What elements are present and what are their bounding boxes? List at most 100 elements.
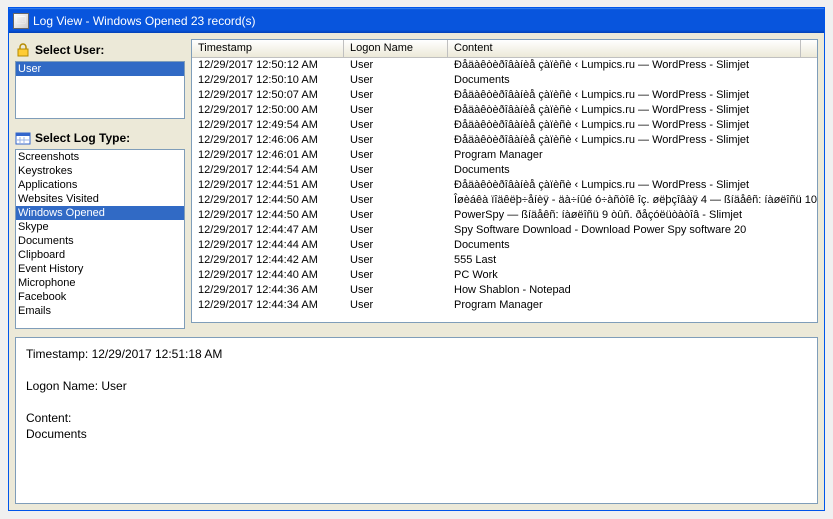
- logtype-item[interactable]: Clipboard: [16, 248, 184, 262]
- table-row[interactable]: 12/29/2017 12:50:12 AMUserÐåäàêòèðîâàíèå…: [192, 58, 817, 73]
- cell-timestamp: 12/29/2017 12:49:54 AM: [192, 118, 344, 133]
- select-logtype-header: Select Log Type:: [15, 129, 185, 147]
- user-item[interactable]: User: [16, 62, 184, 76]
- cell-content: Ðåäàêòèðîâàíèå çàïèñè ‹ Lumpics.ru — Wor…: [448, 178, 817, 193]
- cell-timestamp: 12/29/2017 12:44:36 AM: [192, 283, 344, 298]
- listview-header: Timestamp Logon Name Content: [192, 40, 817, 58]
- cell-logon: User: [344, 178, 448, 193]
- cell-logon: User: [344, 298, 448, 313]
- select-user-label: Select User:: [35, 43, 104, 57]
- table-row[interactable]: 12/29/2017 12:50:10 AMUserDocuments: [192, 73, 817, 88]
- calendar-icon: [15, 131, 31, 145]
- window-title: Log View - Windows Opened 23 record(s): [33, 14, 256, 28]
- logtype-item[interactable]: Skype: [16, 220, 184, 234]
- cell-logon: User: [344, 88, 448, 103]
- listview-body[interactable]: 12/29/2017 12:50:12 AMUserÐåäàêòèðîâàíèå…: [192, 58, 817, 322]
- logtype-item[interactable]: Emails: [16, 304, 184, 318]
- left-panel: Select User: User Select Log Type: Scree…: [15, 39, 185, 329]
- cell-timestamp: 12/29/2017 12:44:54 AM: [192, 163, 344, 178]
- column-header-content[interactable]: Content: [448, 40, 801, 57]
- detail-content: Content:Documents: [26, 410, 807, 442]
- table-row[interactable]: 12/29/2017 12:44:40 AMUserPC Work: [192, 268, 817, 283]
- cell-timestamp: 12/29/2017 12:44:40 AM: [192, 268, 344, 283]
- lock-icon: [15, 43, 31, 57]
- logtype-listbox[interactable]: ScreenshotsKeystrokesApplicationsWebsite…: [15, 149, 185, 329]
- cell-timestamp: 12/29/2017 12:50:07 AM: [192, 88, 344, 103]
- cell-content: Documents: [448, 73, 817, 88]
- table-row[interactable]: 12/29/2017 12:44:50 AMUserPowerSpy — ßíä…: [192, 208, 817, 223]
- cell-content: Ðåäàêòèðîâàíèå çàïèñè ‹ Lumpics.ru — Wor…: [448, 118, 817, 133]
- cell-timestamp: 12/29/2017 12:44:34 AM: [192, 298, 344, 313]
- client-area: Select User: User Select Log Type: Scree…: [9, 33, 824, 510]
- titlebar[interactable]: 🗔 Log View - Windows Opened 23 record(s): [8, 7, 825, 33]
- cell-logon: User: [344, 163, 448, 178]
- cell-timestamp: 12/29/2017 12:46:06 AM: [192, 133, 344, 148]
- logtype-item[interactable]: Documents: [16, 234, 184, 248]
- table-row[interactable]: 12/29/2017 12:50:00 AMUserÐåäàêòèðîâàíèå…: [192, 103, 817, 118]
- detail-panel: Timestamp: 12/29/2017 12:51:18 AM Logon …: [15, 337, 818, 504]
- table-row[interactable]: 12/29/2017 12:44:44 AMUserDocuments: [192, 238, 817, 253]
- cell-timestamp: 12/29/2017 12:50:10 AM: [192, 73, 344, 88]
- table-row[interactable]: 12/29/2017 12:44:50 AMUserÎøèáêà ïîäêëþ÷…: [192, 193, 817, 208]
- cell-logon: User: [344, 58, 448, 73]
- cell-content: Program Manager: [448, 148, 817, 163]
- cell-content: Ðåäàêòèðîâàíèå çàïèñè ‹ Lumpics.ru — Wor…: [448, 88, 817, 103]
- cell-content: Documents: [448, 238, 817, 253]
- cell-logon: User: [344, 283, 448, 298]
- table-row[interactable]: 12/29/2017 12:44:34 AMUserProgram Manage…: [192, 298, 817, 313]
- user-listbox[interactable]: User: [15, 61, 185, 119]
- logtype-item[interactable]: Windows Opened: [16, 206, 184, 220]
- cell-timestamp: 12/29/2017 12:44:44 AM: [192, 238, 344, 253]
- table-row[interactable]: 12/29/2017 12:44:51 AMUserÐåäàêòèðîâàíèå…: [192, 178, 817, 193]
- records-listview[interactable]: Timestamp Logon Name Content 12/29/2017 …: [191, 39, 818, 323]
- logtype-item[interactable]: Keystrokes: [16, 164, 184, 178]
- table-row[interactable]: 12/29/2017 12:44:47 AMUserSpy Software D…: [192, 223, 817, 238]
- table-row[interactable]: 12/29/2017 12:44:54 AMUserDocuments: [192, 163, 817, 178]
- cell-timestamp: 12/29/2017 12:44:47 AM: [192, 223, 344, 238]
- cell-content: Ðåäàêòèðîâàíèå çàïèñè ‹ Lumpics.ru — Wor…: [448, 103, 817, 118]
- cell-timestamp: 12/29/2017 12:50:12 AM: [192, 58, 344, 73]
- cell-timestamp: 12/29/2017 12:50:00 AM: [192, 103, 344, 118]
- cell-logon: User: [344, 208, 448, 223]
- cell-logon: User: [344, 148, 448, 163]
- table-row[interactable]: 12/29/2017 12:46:06 AMUserÐåäàêòèðîâàíèå…: [192, 133, 817, 148]
- table-row[interactable]: 12/29/2017 12:49:54 AMUserÐåäàêòèðîâàíèå…: [192, 118, 817, 133]
- logtype-item[interactable]: Microphone: [16, 276, 184, 290]
- column-header-timestamp[interactable]: Timestamp: [192, 40, 344, 57]
- log-view-window: 🗔 Log View - Windows Opened 23 record(s)…: [8, 8, 825, 511]
- table-row[interactable]: 12/29/2017 12:44:42 AMUser555 Last: [192, 253, 817, 268]
- detail-logon: Logon Name: User: [26, 378, 807, 394]
- cell-timestamp: 12/29/2017 12:44:42 AM: [192, 253, 344, 268]
- table-row[interactable]: 12/29/2017 12:46:01 AMUserProgram Manage…: [192, 148, 817, 163]
- cell-content: Program Manager: [448, 298, 817, 313]
- logtype-item[interactable]: Facebook: [16, 290, 184, 304]
- column-header-logon[interactable]: Logon Name: [344, 40, 448, 57]
- logtype-item[interactable]: Applications: [16, 178, 184, 192]
- cell-logon: User: [344, 118, 448, 133]
- cell-logon: User: [344, 193, 448, 208]
- logtype-item[interactable]: Screenshots: [16, 150, 184, 164]
- table-row[interactable]: 12/29/2017 12:44:36 AMUserHow Shablon - …: [192, 283, 817, 298]
- cell-timestamp: 12/29/2017 12:44:50 AM: [192, 208, 344, 223]
- cell-content: PowerSpy — ßíäåêñ: íàøëîñü 9 òûñ. ðåçóëü…: [448, 208, 817, 223]
- cell-logon: User: [344, 73, 448, 88]
- cell-timestamp: 12/29/2017 12:44:50 AM: [192, 193, 344, 208]
- logtype-item[interactable]: Websites Visited: [16, 192, 184, 206]
- detail-timestamp: Timestamp: 12/29/2017 12:51:18 AM: [26, 346, 807, 362]
- cell-logon: User: [344, 103, 448, 118]
- cell-content: PC Work: [448, 268, 817, 283]
- cell-logon: User: [344, 253, 448, 268]
- cell-logon: User: [344, 223, 448, 238]
- cell-content: Ðåäàêòèðîâàíèå çàïèñè ‹ Lumpics.ru — Wor…: [448, 133, 817, 148]
- cell-timestamp: 12/29/2017 12:44:51 AM: [192, 178, 344, 193]
- select-logtype-label: Select Log Type:: [35, 131, 130, 145]
- cell-content: 555 Last: [448, 253, 817, 268]
- cell-content: Îøèáêà ïîäêëþ÷åíèÿ - äà÷íûé ó÷àñòîê îç. …: [448, 193, 817, 208]
- logtype-item[interactable]: Event History: [16, 262, 184, 276]
- app-icon: 🗔: [13, 13, 29, 29]
- select-user-header: Select User:: [15, 41, 185, 59]
- cell-content: Documents: [448, 163, 817, 178]
- table-row[interactable]: 12/29/2017 12:50:07 AMUserÐåäàêòèðîâàíèå…: [192, 88, 817, 103]
- cell-timestamp: 12/29/2017 12:46:01 AM: [192, 148, 344, 163]
- cell-content: Ðåäàêòèðîâàíèå çàïèñè ‹ Lumpics.ru — Wor…: [448, 58, 817, 73]
